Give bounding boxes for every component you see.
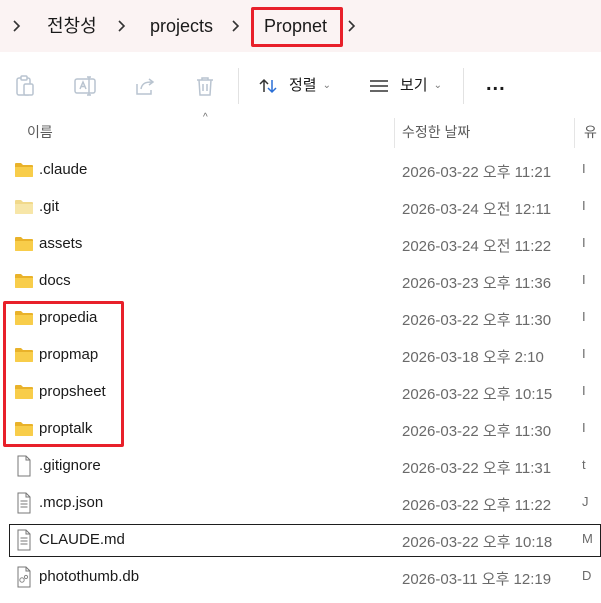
breadcrumb-item-user[interactable]: 전창성 [47, 12, 97, 40]
file-modified-date: 2026-03-22 오후 10:15 [402, 386, 553, 403]
highlight-box-folders [3, 301, 124, 447]
view-label: 보기 [400, 77, 428, 94]
file-modified-date: 2026-03-22 오후 11:21 [402, 164, 552, 181]
file-type: I [582, 420, 586, 435]
sort-button[interactable]: 정렬 ⌄ [258, 74, 331, 98]
file-type: I [582, 235, 586, 250]
file-type: t [582, 457, 586, 472]
chevron-right-icon[interactable] [229, 14, 243, 38]
folder-icon [14, 161, 34, 179]
toolbar-separator [238, 68, 239, 104]
share-icon[interactable] [133, 74, 157, 98]
sort-label: 정렬 [289, 77, 317, 94]
file-name: assets [39, 235, 83, 252]
paste-icon[interactable] [13, 74, 37, 98]
database-file-icon [14, 566, 34, 588]
chevron-right-icon[interactable] [345, 14, 359, 38]
file-row[interactable]: .git 2026-03-24 오전 12:11 I [0, 189, 601, 226]
text-file-icon [14, 492, 34, 514]
command-toolbar: 정렬 ⌄ 보기 ⌄ ... [0, 52, 601, 118]
file-name: CLAUDE.md [39, 531, 125, 548]
text-file-icon [14, 529, 34, 551]
file-row[interactable]: .mcp.json 2026-03-22 오후 11:22 J [0, 485, 601, 522]
chevron-down-icon: ⌄ [433, 80, 442, 92]
file-modified-date: 2026-03-24 오전 12:11 [402, 201, 552, 218]
view-button[interactable]: 보기 ⌄ [369, 74, 442, 98]
folder-icon [14, 198, 34, 216]
file-name: .git [39, 198, 60, 215]
chevron-right-icon[interactable] [10, 14, 24, 38]
file-type: I [582, 161, 586, 176]
file-modified-date: 2026-03-22 오후 11:31 [402, 460, 552, 477]
file-modified-date: 2026-03-22 오후 10:18 [402, 534, 553, 551]
column-header-modified[interactable]: 수정한 날짜 [402, 122, 470, 142]
file-icon [14, 455, 34, 477]
breadcrumb-item-projects[interactable]: projects [150, 12, 213, 40]
file-row[interactable]: docs 2026-03-23 오후 11:36 I [0, 263, 601, 300]
file-type: J [582, 494, 589, 509]
column-header-type[interactable]: 유 [584, 122, 601, 142]
chevron-right-icon[interactable] [115, 14, 129, 38]
file-modified-date: 2026-03-11 오후 12:19 [402, 571, 552, 588]
view-list-icon [370, 80, 388, 92]
file-row[interactable]: assets 2026-03-24 오전 11:22 I [0, 226, 601, 263]
file-name: .claude [39, 161, 88, 178]
file-type: I [582, 309, 586, 324]
file-type: M [582, 531, 593, 546]
file-type: I [582, 198, 586, 213]
file-row[interactable]: .gitignore 2026-03-22 오후 11:31 t [0, 448, 601, 485]
file-modified-date: 2026-03-22 오후 11:22 [402, 497, 552, 514]
file-type: I [582, 272, 586, 287]
file-name: .mcp.json [39, 494, 104, 511]
column-header-name[interactable]: 이름 [27, 122, 53, 142]
file-row[interactable]: .claude 2026-03-22 오후 11:21 I [0, 152, 601, 189]
delete-icon[interactable] [193, 74, 217, 98]
column-divider[interactable] [394, 118, 395, 148]
sort-ascending-icon: ^ [203, 112, 208, 123]
file-modified-date: 2026-03-23 오후 11:36 [402, 275, 552, 292]
sort-arrows-icon [259, 78, 277, 94]
file-type: I [582, 383, 586, 398]
file-modified-date: 2026-03-22 오후 11:30 [402, 423, 552, 440]
column-divider[interactable] [574, 118, 575, 148]
folder-icon [14, 272, 34, 290]
file-modified-date: 2026-03-18 오후 2:10 [402, 349, 544, 366]
file-name: photothumb.db [39, 568, 140, 585]
address-breadcrumb-bar: 전창성 projects Propnet [0, 0, 601, 52]
file-name: docs [39, 272, 71, 289]
file-row[interactable]: photothumb.db 2026-03-11 오후 12:19 D [0, 559, 601, 596]
file-modified-date: 2026-03-24 오전 11:22 [402, 238, 552, 255]
rename-icon[interactable] [73, 74, 97, 98]
column-header-row: ^ 이름 수정한 날짜 유 [0, 112, 601, 148]
highlight-box-breadcrumb [251, 7, 343, 47]
file-modified-date: 2026-03-22 오후 11:30 [402, 312, 552, 329]
toolbar-separator [463, 68, 464, 104]
chevron-down-icon: ⌄ [322, 80, 331, 92]
file-type: D [582, 568, 592, 583]
file-type: I [582, 346, 586, 361]
more-options-button[interactable]: ... [486, 72, 506, 96]
file-row[interactable]: CLAUDE.md 2026-03-22 오후 10:18 M [0, 522, 601, 559]
file-name: .gitignore [39, 457, 101, 474]
folder-icon [14, 235, 34, 253]
